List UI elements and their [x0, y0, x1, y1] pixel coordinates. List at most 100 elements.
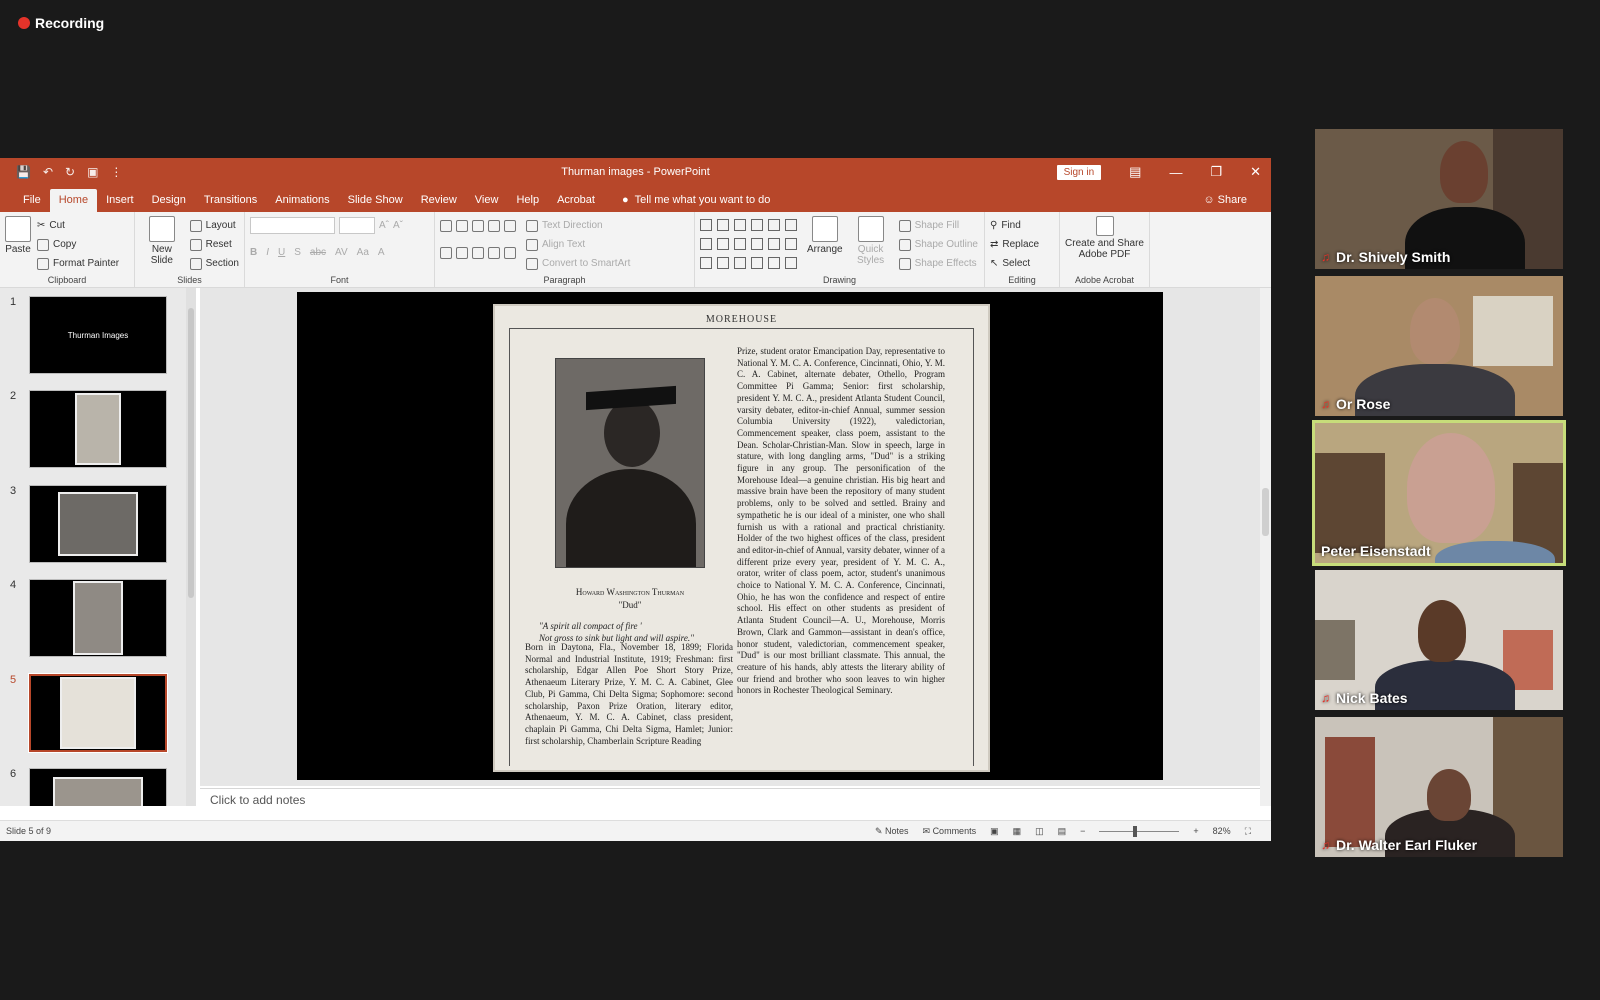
quick-styles-icon: [857, 216, 884, 242]
biography-right-column: Prize, student orator Emancipation Day, …: [737, 346, 945, 696]
paste-button[interactable]: Paste: [5, 216, 31, 273]
columns-icon[interactable]: [504, 246, 516, 259]
window-controls: Sign in ▤ — ❐ ✕: [1056, 158, 1261, 186]
decrease-indent-icon[interactable]: [472, 219, 484, 232]
shape-outline-button[interactable]: Shape Outline: [898, 235, 978, 254]
tab-insert[interactable]: Insert: [97, 194, 143, 212]
layout-button[interactable]: Layout: [189, 216, 239, 235]
thumbnails-scrollbar[interactable]: [186, 288, 196, 806]
tab-home[interactable]: Home: [49, 189, 98, 212]
slide-thumbnail-5[interactable]: 5: [0, 673, 190, 764]
reset-button[interactable]: Reset: [189, 235, 239, 254]
slide-sorter-icon[interactable]: ▦: [1013, 826, 1022, 837]
tab-file[interactable]: File: [14, 194, 50, 212]
present-icon[interactable]: ▣: [87, 165, 98, 179]
arrange-button[interactable]: Arrange: [807, 216, 843, 273]
case-icon[interactable]: Aa: [357, 247, 369, 258]
text-direction-label: Text Direction: [542, 220, 603, 231]
shadow-icon[interactable]: S: [294, 247, 301, 258]
line-spacing-icon[interactable]: [504, 219, 516, 232]
save-icon[interactable]: 💾: [16, 165, 31, 179]
slide-thumbnail-6[interactable]: 6: [0, 768, 190, 806]
cut-button[interactable]: ✂ Cut: [37, 216, 119, 235]
undo-icon[interactable]: ↶: [43, 165, 53, 179]
justify-icon[interactable]: [488, 246, 500, 259]
increase-indent-icon[interactable]: [488, 219, 500, 232]
new-slide-button[interactable]: New Slide: [140, 216, 184, 273]
notes-button[interactable]: ✎ Notes: [875, 826, 909, 837]
zoom-slider[interactable]: [1099, 825, 1180, 837]
spacing-icon[interactable]: AV: [335, 247, 348, 258]
align-text-button[interactable]: Align Text: [526, 235, 630, 254]
tab-help[interactable]: Help: [507, 194, 548, 212]
text-direction-button[interactable]: Text Direction: [526, 216, 630, 235]
minimize-icon[interactable]: —: [1169, 165, 1182, 180]
slide-thumbnail-3[interactable]: 3: [0, 485, 190, 575]
scroll-thumb[interactable]: [188, 308, 194, 598]
current-slide[interactable]: MOREHOUSE Howard Washington Thurman "Dud…: [297, 292, 1163, 780]
tell-me-search[interactable]: ● Tell me what you want to do: [604, 194, 780, 212]
participant-tile-shively-smith[interactable]: ♫ Dr. Shively Smith: [1315, 129, 1563, 269]
create-share-pdf-button[interactable]: Create and Share Adobe PDF: [1065, 216, 1144, 260]
tab-design[interactable]: Design: [143, 194, 195, 212]
slide-thumbnail-2[interactable]: 2: [0, 390, 190, 480]
zoom-thumb[interactable]: [1133, 825, 1138, 837]
comments-button[interactable]: ✉ Comments: [923, 826, 977, 837]
slideshow-view-icon[interactable]: ▤: [1058, 826, 1067, 837]
font-color-icon[interactable]: A: [378, 247, 385, 258]
participant-tile-nick-bates[interactable]: ♫ Nick Bates: [1315, 570, 1563, 710]
restore-icon[interactable]: ❐: [1210, 164, 1222, 180]
font-size-box[interactable]: [339, 217, 375, 234]
align-center-icon[interactable]: [456, 246, 468, 259]
tab-review[interactable]: Review: [412, 194, 466, 212]
shape-fill-button[interactable]: Shape Fill: [898, 216, 978, 235]
fit-slide-icon[interactable]: ⛶: [1245, 826, 1251, 837]
normal-view-icon[interactable]: ▣: [990, 826, 999, 837]
tab-animations[interactable]: Animations: [266, 194, 338, 212]
reading-view-icon[interactable]: ◫: [1035, 826, 1044, 837]
convert-smartart-button[interactable]: Convert to SmartArt: [526, 254, 630, 273]
grow-font-icon[interactable]: Aˆ: [379, 220, 389, 231]
quick-styles-button[interactable]: Quick Styles: [851, 216, 891, 273]
zoom-in-icon[interactable]: +: [1193, 826, 1198, 836]
tab-transitions[interactable]: Transitions: [195, 194, 266, 212]
participant-tile-or-rose[interactable]: ♫ Or Rose: [1315, 276, 1563, 416]
replace-button[interactable]: ⇄ Replace: [990, 235, 1054, 254]
sign-in-button[interactable]: Sign in: [1056, 164, 1102, 180]
participant-tile-peter-eisenstadt[interactable]: Peter Eisenstadt: [1312, 420, 1566, 566]
slide-thumbnail-4[interactable]: 4: [0, 579, 190, 669]
redo-icon[interactable]: ↻: [65, 165, 75, 179]
tab-slide-show[interactable]: Slide Show: [339, 194, 412, 212]
bold-icon[interactable]: B: [250, 247, 257, 258]
thumbnail-preview: [29, 579, 167, 657]
font-name-box[interactable]: [250, 217, 335, 234]
customize-qat-icon[interactable]: ⋮: [110, 165, 122, 179]
close-icon[interactable]: ✕: [1250, 164, 1261, 180]
shapes-gallery[interactable]: [700, 216, 799, 273]
format-painter-button[interactable]: Format Painter: [37, 254, 119, 273]
strikethrough-icon[interactable]: abc: [310, 247, 326, 258]
participant-tile-walter-earl-fluker[interactable]: ♫ Dr. Walter Earl Fluker: [1315, 717, 1563, 857]
slide-scrollbar[interactable]: [1260, 288, 1271, 806]
section-button[interactable]: Section: [189, 254, 239, 273]
find-button[interactable]: ⚲ Find: [990, 216, 1054, 235]
shrink-font-icon[interactable]: Aˇ: [393, 220, 403, 231]
italic-icon[interactable]: I: [266, 247, 269, 258]
tab-view[interactable]: View: [466, 194, 508, 212]
bullets-icon[interactable]: [440, 219, 452, 232]
zoom-out-icon[interactable]: −: [1080, 826, 1085, 836]
share-button[interactable]: ☺ Share: [1203, 194, 1247, 206]
align-left-icon[interactable]: [440, 246, 452, 259]
numbering-icon[interactable]: [456, 219, 468, 232]
notes-pane[interactable]: Click to add notes: [200, 788, 1260, 808]
copy-button[interactable]: Copy: [37, 235, 119, 254]
slide-thumbnail-1[interactable]: 1 Thurman Images: [0, 296, 190, 386]
scroll-thumb[interactable]: [1262, 488, 1269, 536]
select-button[interactable]: ↖ Select: [990, 254, 1054, 273]
shape-effects-button[interactable]: Shape Effects: [898, 254, 978, 273]
ribbon-display-icon[interactable]: ▤: [1129, 164, 1141, 180]
zoom-level[interactable]: 82%: [1213, 826, 1231, 836]
tab-acrobat[interactable]: Acrobat: [548, 194, 604, 212]
align-right-icon[interactable]: [472, 246, 484, 259]
underline-icon[interactable]: U: [278, 247, 285, 258]
